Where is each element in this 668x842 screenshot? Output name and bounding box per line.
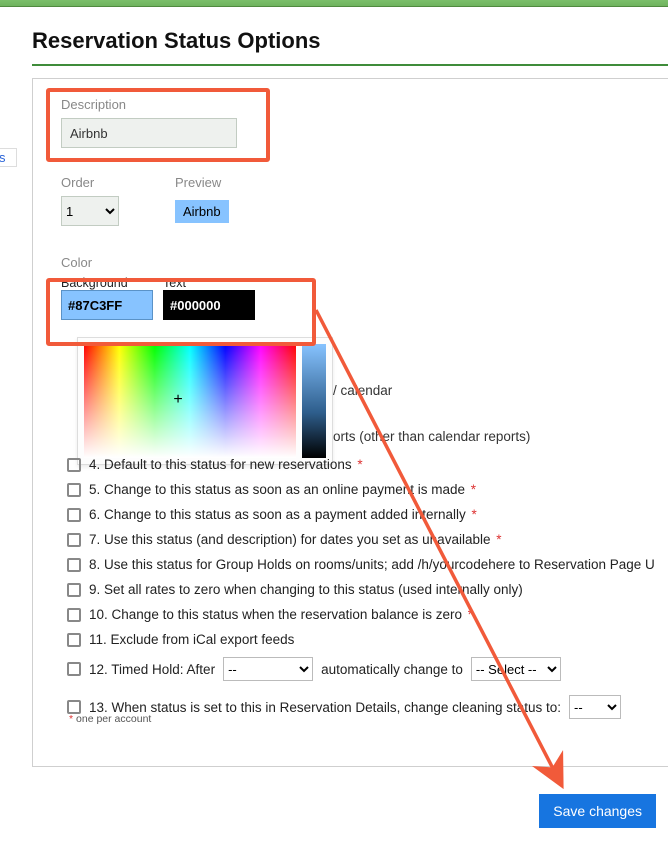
timed-hold-duration-select[interactable]: -- <box>223 657 313 681</box>
top-accent-bar <box>0 0 668 7</box>
checkbox-11[interactable] <box>67 633 81 647</box>
option-text-9: 9. Set all rates to zero when changing t… <box>89 582 523 597</box>
description-label: Description <box>61 97 237 112</box>
option-text-11: 11. Exclude from iCal export feeds <box>89 632 294 647</box>
color-section: Color Background Text <box>61 255 255 320</box>
description-input[interactable] <box>61 118 237 148</box>
checkbox-6[interactable] <box>67 508 81 522</box>
footnote: * one per account <box>67 713 151 725</box>
checkbox-4[interactable] <box>67 458 81 472</box>
options-list: 4. Default to this status for new reserv… <box>67 457 668 729</box>
checkbox-10[interactable] <box>67 608 81 622</box>
left-panel-stub: s <box>0 148 17 167</box>
preview-section: Preview Airbnb <box>175 175 229 223</box>
option-row-5: 5. Change to this status as soon as an o… <box>67 482 668 497</box>
checkbox-12[interactable] <box>67 662 81 676</box>
option-row-8: 8. Use this status for Group Holds on ro… <box>67 557 668 572</box>
order-label: Order <box>61 175 119 190</box>
checkbox-7[interactable] <box>67 533 81 547</box>
picker-crosshair-icon: + <box>172 394 184 406</box>
option-text-partial-reports: orts (other than calendar reports) <box>333 429 530 444</box>
order-section: Order 1 <box>61 175 119 226</box>
cleaning-status-select[interactable]: -- <box>569 695 621 719</box>
preview-chip: Airbnb <box>175 200 229 223</box>
option-text-12a: 12. Timed Hold: After <box>89 662 215 677</box>
option-text-13: 13. When status is set to this in Reserv… <box>89 700 561 715</box>
option-text-10: 10. Change to this status when the reser… <box>89 607 473 622</box>
option-row-4: 4. Default to this status for new reserv… <box>67 457 668 472</box>
form-panel: Description Order 1 Preview Airbnb Color… <box>32 78 668 767</box>
color-picker-panel: + <box>77 337 333 465</box>
option-text-7: 7. Use this status (and description) for… <box>89 532 502 547</box>
lightness-slider[interactable] <box>302 344 326 458</box>
background-color-input[interactable] <box>61 290 153 320</box>
option-row-10: 10. Change to this status when the reser… <box>67 607 668 622</box>
title-underline <box>32 64 668 66</box>
option-row-12: 12. Timed Hold: After -- automatically c… <box>67 657 668 681</box>
option-text-6: 6. Change to this status as soon as a pa… <box>89 507 477 522</box>
option-row-6: 6. Change to this status as soon as a pa… <box>67 507 668 522</box>
text-color-label: Text <box>163 276 255 290</box>
option-row-7: 7. Use this status (and description) for… <box>67 532 668 547</box>
background-label: Background <box>61 276 153 290</box>
checkbox-13[interactable] <box>67 700 81 714</box>
text-color-input[interactable] <box>163 290 255 320</box>
save-changes-button[interactable]: Save changes <box>539 794 656 828</box>
option-text-8: 8. Use this status for Group Holds on ro… <box>89 557 655 572</box>
timed-hold-target-select[interactable]: -- Select -- <box>471 657 561 681</box>
option-text-12b: automatically change to <box>321 662 463 677</box>
page-title: Reservation Status Options <box>32 28 321 54</box>
checkbox-9[interactable] <box>67 583 81 597</box>
option-row-9: 9. Set all rates to zero when changing t… <box>67 582 668 597</box>
option-row-11: 11. Exclude from iCal export feeds <box>67 632 668 647</box>
hue-saturation-area[interactable]: + <box>84 344 296 458</box>
preview-label: Preview <box>175 175 229 190</box>
order-select[interactable]: 1 <box>61 196 119 226</box>
checkbox-5[interactable] <box>67 483 81 497</box>
color-label: Color <box>61 255 255 270</box>
option-row-13: 13. When status is set to this in Reserv… <box>67 695 668 719</box>
option-text-4: 4. Default to this status for new reserv… <box>89 457 363 472</box>
option-text-partial-calendar: / calendar <box>333 383 392 398</box>
option-text-5: 5. Change to this status as soon as an o… <box>89 482 476 497</box>
description-section: Description <box>61 97 237 148</box>
checkbox-8[interactable] <box>67 558 81 572</box>
